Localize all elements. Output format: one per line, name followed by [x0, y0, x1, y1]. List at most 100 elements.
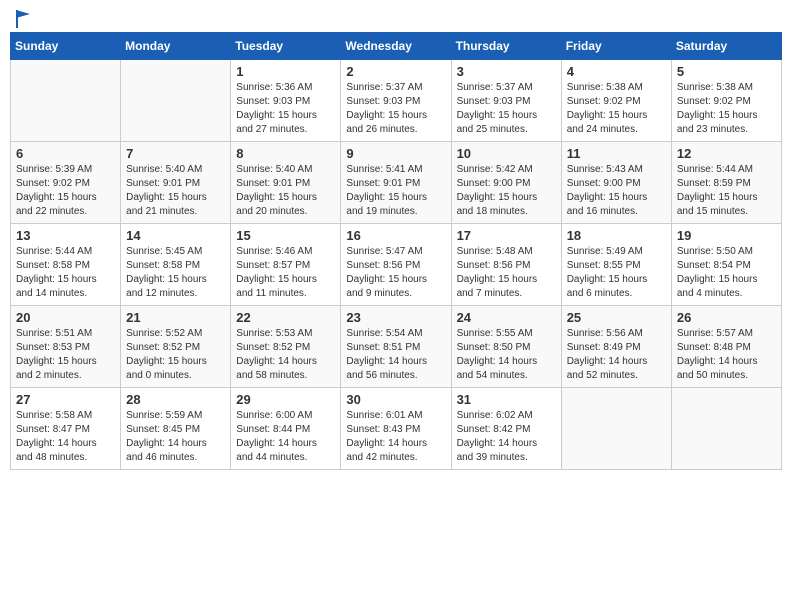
- page-header: [10, 10, 782, 24]
- calendar-week-row: 20 Sunrise: 5:51 AM Sunset: 8:53 PM Dayli…: [11, 306, 782, 388]
- calendar-cell: [671, 388, 781, 470]
- day-info: Sunrise: 5:50 AM Sunset: 8:54 PM Dayligh…: [677, 245, 776, 301]
- day-info: Sunrise: 5:45 AM Sunset: 8:58 PM Dayligh…: [126, 245, 225, 301]
- calendar-cell: 7 Sunrise: 5:40 AM Sunset: 9:01 PM Daylig…: [121, 142, 231, 224]
- calendar-cell: 23Sunrise: 5:54 AM Sunset: 8:51 PM Dayli…: [341, 306, 451, 388]
- day-info: Sunrise: 5:53 AM Sunset: 8:52 PM Dayligh…: [236, 327, 335, 383]
- day-info: Sunrise: 6:01 AM Sunset: 8:43 PM Dayligh…: [346, 409, 445, 465]
- day-number: 27: [16, 392, 115, 407]
- day-number: 24: [457, 310, 556, 325]
- day-info: Sunrise: 5:46 AM Sunset: 8:57 PM Dayligh…: [236, 245, 335, 301]
- calendar-cell: 15Sunrise: 5:46 AM Sunset: 8:57 PM Dayli…: [231, 224, 341, 306]
- day-number: 6: [16, 146, 115, 161]
- calendar-cell: 13 Sunrise: 5:44 AM Sunset: 8:58 PM Dayli…: [11, 224, 121, 306]
- calendar-cell: 18Sunrise: 5:49 AM Sunset: 8:55 PM Dayli…: [561, 224, 671, 306]
- calendar-cell: 9Sunrise: 5:41 AM Sunset: 9:01 PM Daylig…: [341, 142, 451, 224]
- day-number: 26: [677, 310, 776, 325]
- day-number: 19: [677, 228, 776, 243]
- day-number: 23: [346, 310, 445, 325]
- day-info: Sunrise: 5:57 AM Sunset: 8:48 PM Dayligh…: [677, 327, 776, 383]
- day-number: 10: [457, 146, 556, 161]
- day-info: Sunrise: 5:40 AM Sunset: 9:01 PM Dayligh…: [126, 163, 225, 219]
- day-info: Sunrise: 5:52 AM Sunset: 8:52 PM Dayligh…: [126, 327, 225, 383]
- calendar-cell: 19 Sunrise: 5:50 AM Sunset: 8:54 PM Dayli…: [671, 224, 781, 306]
- day-info: Sunrise: 5:38 AM Sunset: 9:02 PM Dayligh…: [677, 81, 776, 137]
- day-number: 3: [457, 64, 556, 79]
- day-number: 9: [346, 146, 445, 161]
- day-number: 8: [236, 146, 335, 161]
- day-number: 28: [126, 392, 225, 407]
- calendar-cell: 10Sunrise: 5:42 AM Sunset: 9:00 PM Dayli…: [451, 142, 561, 224]
- day-info: Sunrise: 5:44 AM Sunset: 8:59 PM Dayligh…: [677, 163, 776, 219]
- column-header-tuesday: Tuesday: [231, 33, 341, 60]
- day-number: 21: [126, 310, 225, 325]
- day-number: 7: [126, 146, 225, 161]
- day-number: 29: [236, 392, 335, 407]
- day-number: 25: [567, 310, 666, 325]
- day-number: 12: [677, 146, 776, 161]
- calendar-cell: [561, 388, 671, 470]
- calendar-header-row: SundayMondayTuesdayWednesdayThursdayFrid…: [11, 33, 782, 60]
- day-info: Sunrise: 5:59 AM Sunset: 8:45 PM Dayligh…: [126, 409, 225, 465]
- calendar-cell: 17 Sunrise: 5:48 AM Sunset: 8:56 PM Dayli…: [451, 224, 561, 306]
- day-info: Sunrise: 5:37 AM Sunset: 9:03 PM Dayligh…: [346, 81, 445, 137]
- calendar-cell: 6 Sunrise: 5:39 AM Sunset: 9:02 PM Daylig…: [11, 142, 121, 224]
- calendar-cell: [11, 60, 121, 142]
- day-info: Sunrise: 5:55 AM Sunset: 8:50 PM Dayligh…: [457, 327, 556, 383]
- calendar-cell: 30 Sunrise: 6:01 AM Sunset: 8:43 PM Dayli…: [341, 388, 451, 470]
- calendar-week-row: 13 Sunrise: 5:44 AM Sunset: 8:58 PM Dayli…: [11, 224, 782, 306]
- calendar-cell: 4Sunrise: 5:38 AM Sunset: 9:02 PM Daylig…: [561, 60, 671, 142]
- day-info: Sunrise: 5:56 AM Sunset: 8:49 PM Dayligh…: [567, 327, 666, 383]
- day-info: Sunrise: 5:51 AM Sunset: 8:53 PM Dayligh…: [16, 327, 115, 383]
- day-info: Sunrise: 6:02 AM Sunset: 8:42 PM Dayligh…: [457, 409, 556, 465]
- day-info: Sunrise: 5:38 AM Sunset: 9:02 PM Dayligh…: [567, 81, 666, 137]
- day-info: Sunrise: 5:48 AM Sunset: 8:56 PM Dayligh…: [457, 245, 556, 301]
- day-info: Sunrise: 5:37 AM Sunset: 9:03 PM Dayligh…: [457, 81, 556, 137]
- calendar-cell: 5 Sunrise: 5:38 AM Sunset: 9:02 PM Daylig…: [671, 60, 781, 142]
- calendar-cell: 28 Sunrise: 5:59 AM Sunset: 8:45 PM Dayli…: [121, 388, 231, 470]
- day-info: Sunrise: 5:40 AM Sunset: 9:01 PM Dayligh…: [236, 163, 335, 219]
- day-number: 17: [457, 228, 556, 243]
- day-info: Sunrise: 5:47 AM Sunset: 8:56 PM Dayligh…: [346, 245, 445, 301]
- day-number: 31: [457, 392, 556, 407]
- calendar-cell: 25 Sunrise: 5:56 AM Sunset: 8:49 PM Dayli…: [561, 306, 671, 388]
- column-header-wednesday: Wednesday: [341, 33, 451, 60]
- day-number: 5: [677, 64, 776, 79]
- column-header-thursday: Thursday: [451, 33, 561, 60]
- day-number: 22: [236, 310, 335, 325]
- calendar-cell: 24 Sunrise: 5:55 AM Sunset: 8:50 PM Dayli…: [451, 306, 561, 388]
- calendar-cell: 8 Sunrise: 5:40 AM Sunset: 9:01 PM Daylig…: [231, 142, 341, 224]
- calendar-table: SundayMondayTuesdayWednesdayThursdayFrid…: [10, 32, 782, 470]
- day-info: Sunrise: 5:39 AM Sunset: 9:02 PM Dayligh…: [16, 163, 115, 219]
- column-header-sunday: Sunday: [11, 33, 121, 60]
- calendar-cell: 21 Sunrise: 5:52 AM Sunset: 8:52 PM Dayli…: [121, 306, 231, 388]
- calendar-week-row: 1Sunrise: 5:36 AM Sunset: 9:03 PM Daylig…: [11, 60, 782, 142]
- day-number: 2: [346, 64, 445, 79]
- day-number: 13: [16, 228, 115, 243]
- calendar-cell: 16 Sunrise: 5:47 AM Sunset: 8:56 PM Dayli…: [341, 224, 451, 306]
- calendar-cell: 2 Sunrise: 5:37 AM Sunset: 9:03 PM Daylig…: [341, 60, 451, 142]
- calendar-week-row: 27 Sunrise: 5:58 AM Sunset: 8:47 PM Dayli…: [11, 388, 782, 470]
- day-number: 1: [236, 64, 335, 79]
- calendar-cell: 26 Sunrise: 5:57 AM Sunset: 8:48 PM Dayli…: [671, 306, 781, 388]
- day-info: Sunrise: 6:00 AM Sunset: 8:44 PM Dayligh…: [236, 409, 335, 465]
- day-info: Sunrise: 5:58 AM Sunset: 8:47 PM Dayligh…: [16, 409, 115, 465]
- column-header-friday: Friday: [561, 33, 671, 60]
- day-number: 14: [126, 228, 225, 243]
- day-number: 16: [346, 228, 445, 243]
- day-number: 11: [567, 146, 666, 161]
- calendar-cell: 27 Sunrise: 5:58 AM Sunset: 8:47 PM Dayli…: [11, 388, 121, 470]
- calendar-cell: 11 Sunrise: 5:43 AM Sunset: 9:00 PM Dayli…: [561, 142, 671, 224]
- day-number: 20: [16, 310, 115, 325]
- calendar-cell: 12 Sunrise: 5:44 AM Sunset: 8:59 PM Dayli…: [671, 142, 781, 224]
- day-info: Sunrise: 5:44 AM Sunset: 8:58 PM Dayligh…: [16, 245, 115, 301]
- day-number: 30: [346, 392, 445, 407]
- column-header-saturday: Saturday: [671, 33, 781, 60]
- day-info: Sunrise: 5:43 AM Sunset: 9:00 PM Dayligh…: [567, 163, 666, 219]
- logo-flag-icon: [16, 10, 30, 28]
- calendar-week-row: 6 Sunrise: 5:39 AM Sunset: 9:02 PM Daylig…: [11, 142, 782, 224]
- logo: [14, 10, 30, 24]
- calendar-cell: 20 Sunrise: 5:51 AM Sunset: 8:53 PM Dayli…: [11, 306, 121, 388]
- calendar-cell: 3 Sunrise: 5:37 AM Sunset: 9:03 PM Daylig…: [451, 60, 561, 142]
- day-info: Sunrise: 5:49 AM Sunset: 8:55 PM Dayligh…: [567, 245, 666, 301]
